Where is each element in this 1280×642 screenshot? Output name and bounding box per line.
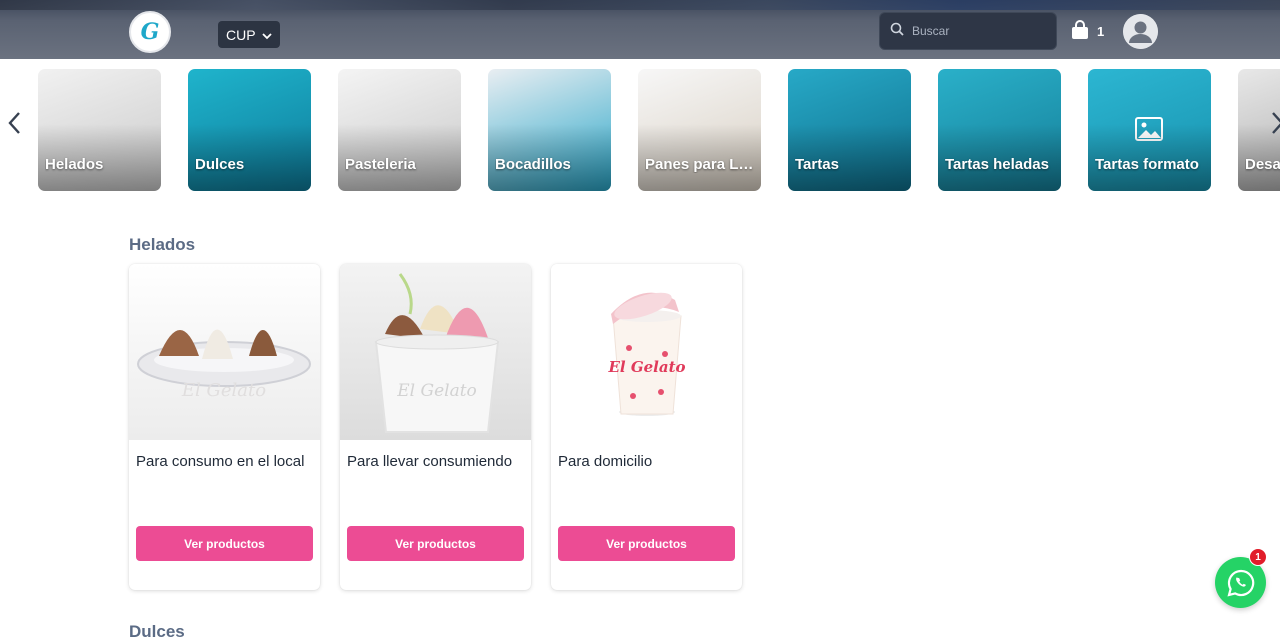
- category-label: Pasteleria: [345, 156, 416, 173]
- carousel-prev-button[interactable]: [2, 111, 26, 135]
- cart-button[interactable]: 1: [1071, 20, 1104, 43]
- search-icon: [890, 22, 904, 41]
- product-title: Para llevar consumiendo: [347, 453, 513, 470]
- product-card[interactable]: El Gelato Para domicilio Ver productos: [551, 264, 742, 590]
- category-label: Desayunos: [1245, 156, 1280, 173]
- category-label: Panes para LLevar: [645, 156, 757, 173]
- user-avatar[interactable]: [1123, 14, 1158, 49]
- view-products-button[interactable]: Ver productos: [347, 526, 524, 561]
- category-label: Tartas: [795, 156, 839, 173]
- chevron-down-icon: [261, 27, 272, 43]
- notification-badge: 1: [1249, 548, 1267, 566]
- product-title: Para consumo en el local: [136, 453, 305, 470]
- category-tartas[interactable]: Tartas: [788, 69, 911, 191]
- shopping-bag-icon: [1071, 20, 1089, 43]
- search-input[interactable]: [912, 24, 1042, 38]
- product-image-takeaway-cup: El Gelato: [340, 264, 531, 440]
- chevron-right-icon: [1272, 112, 1280, 134]
- currency-select[interactable]: CUP: [218, 21, 280, 48]
- product-image-delivery-cup: El Gelato: [551, 264, 742, 440]
- product-card[interactable]: El Gelato Para llevar consumiendo Ver pr…: [340, 264, 531, 590]
- category-dulces[interactable]: Dulces: [188, 69, 311, 191]
- svg-text:El Gelato: El Gelato: [607, 358, 685, 376]
- category-bocadillos[interactable]: Bocadillos: [488, 69, 611, 191]
- view-products-button[interactable]: Ver productos: [136, 526, 313, 561]
- category-helados[interactable]: Helados: [38, 69, 161, 191]
- svg-text:El Gelato: El Gelato: [396, 381, 477, 401]
- header-background-band: [0, 0, 1280, 10]
- product-image-cup-dish: El Gelato: [129, 264, 320, 440]
- category-tartas-formato[interactable]: Tartas formato: [1088, 69, 1211, 191]
- category-label: Helados: [45, 156, 104, 173]
- search-box[interactable]: [879, 12, 1057, 50]
- logo-mark: G: [140, 19, 160, 45]
- product-card[interactable]: El Gelato Para consumo en el local Ver p…: [129, 264, 320, 590]
- category-label: Tartas heladas: [945, 156, 1049, 173]
- store-logo[interactable]: G: [129, 11, 171, 53]
- section-title-helados: Helados: [129, 235, 196, 254]
- carousel-next-button[interactable]: [1266, 111, 1280, 135]
- whatsapp-icon: [1226, 569, 1254, 597]
- category-panes[interactable]: Panes para LLevar: [638, 69, 761, 191]
- section-title-dulces: Dulces: [129, 622, 185, 641]
- user-icon: [1123, 14, 1158, 49]
- category-label: Tartas formato: [1095, 156, 1199, 173]
- product-title: Para domicilio: [558, 453, 653, 470]
- category-pasteleria[interactable]: Pasteleria: [338, 69, 461, 191]
- top-header: G CUP 1: [0, 0, 1280, 59]
- currency-value: CUP: [226, 26, 256, 43]
- chevron-left-icon: [8, 112, 20, 134]
- category-tartas-heladas[interactable]: Tartas heladas: [938, 69, 1061, 191]
- category-label: Dulces: [195, 156, 245, 173]
- category-label: Bocadillos: [495, 156, 571, 173]
- category-carousel: Helados Dulces Pasteleria Bocadillos Pan…: [0, 59, 1280, 201]
- view-products-button[interactable]: Ver productos: [558, 526, 735, 561]
- svg-text:El Gelato: El Gelato: [181, 380, 266, 401]
- cart-count: 1: [1097, 24, 1105, 39]
